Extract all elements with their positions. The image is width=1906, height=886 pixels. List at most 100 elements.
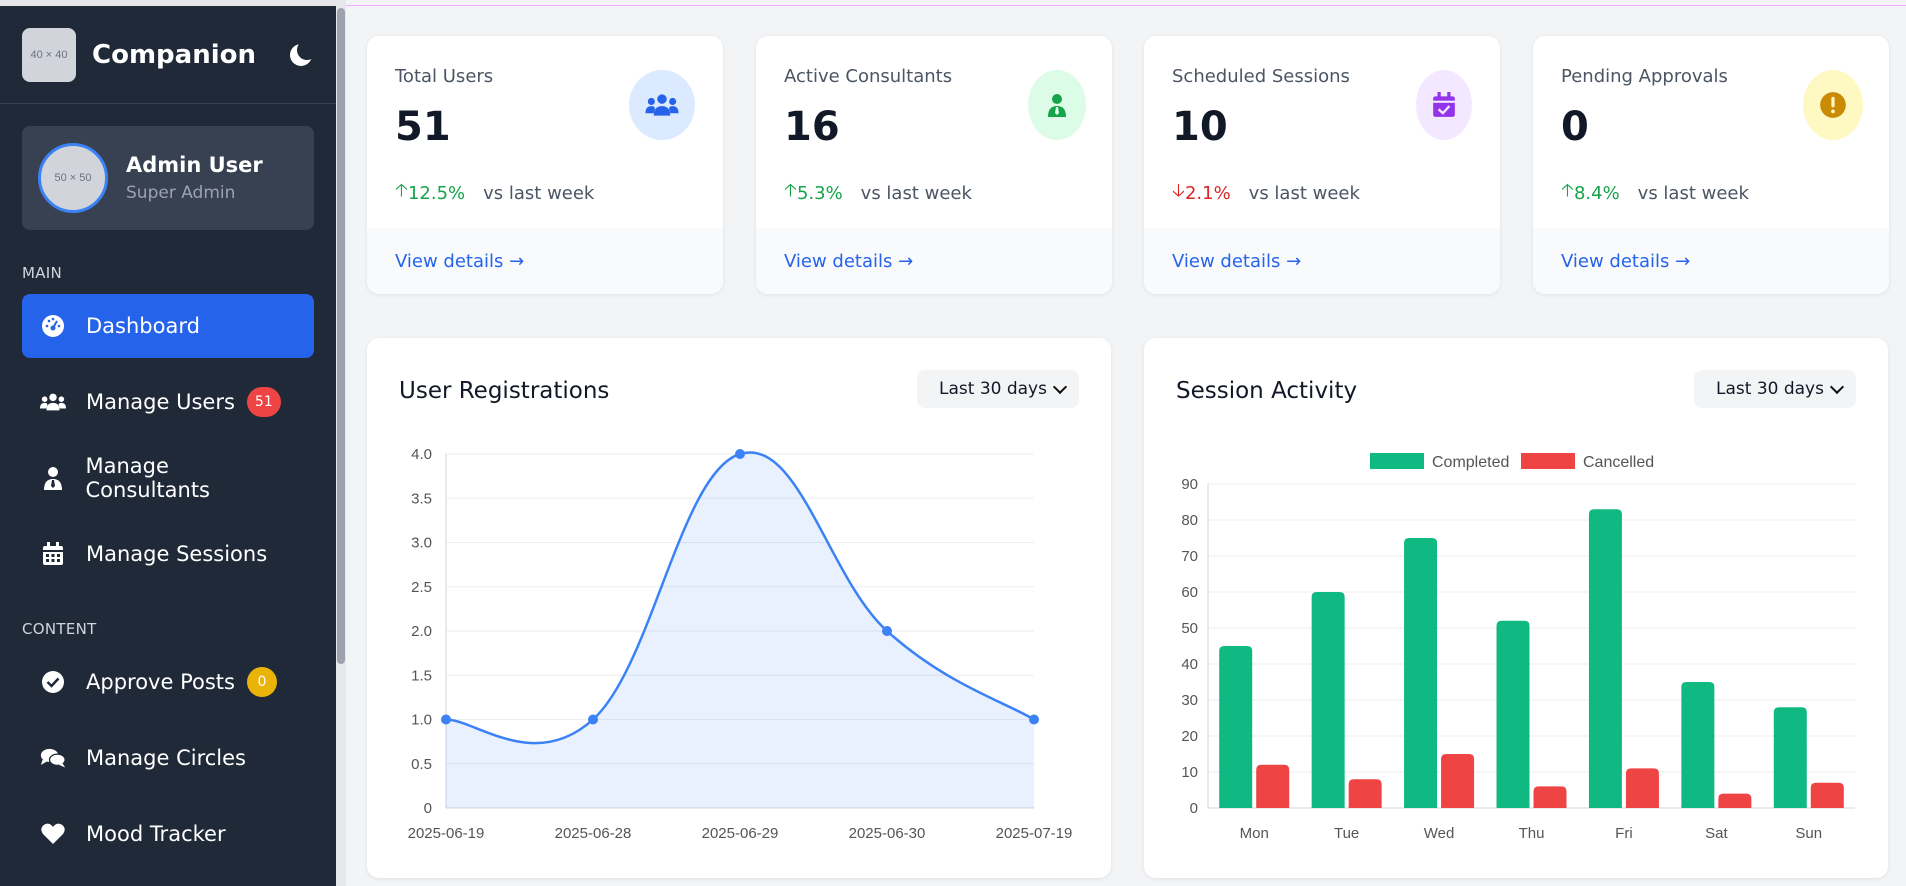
y-tick-label: 60 xyxy=(1181,584,1198,601)
area-fill xyxy=(446,452,1034,808)
x-tick-label: Sun xyxy=(1795,825,1822,842)
sidebar-scrollbar-thumb[interactable] xyxy=(337,8,345,664)
user-registrations-panel: User Registrations Last 30 days 0 0.5 1.0 1… xyxy=(367,338,1111,878)
change-label: vs last week xyxy=(483,182,595,204)
sidebar-item-label: Approve Posts xyxy=(86,670,235,694)
top-divider xyxy=(346,5,1906,6)
y-tick-label: 70 xyxy=(1181,548,1198,565)
consultant-icon xyxy=(1028,70,1086,140)
users-count-badge: 51 xyxy=(246,387,281,417)
view-details-link[interactable]: View details → xyxy=(1533,228,1889,294)
legend-swatch xyxy=(1521,453,1575,469)
bar-completed xyxy=(1219,646,1253,808)
stat-title: Active Consultants xyxy=(784,66,953,87)
data-point xyxy=(441,714,451,725)
arrow-up-icon: 🡡 xyxy=(395,180,408,201)
x-tick-label: 2025-06-28 xyxy=(555,825,632,842)
bar-cancelled xyxy=(1533,786,1567,808)
sidebar-item-manage-users[interactable]: Manage Users 51 xyxy=(22,370,314,434)
bar-cancelled xyxy=(1625,768,1659,808)
bar-completed xyxy=(1404,538,1438,808)
data-point xyxy=(882,626,892,636)
x-tick-label: 2025-07-19 xyxy=(996,825,1073,842)
y-tick-label: 20 xyxy=(1181,728,1198,745)
stat-change: 🡡 12.5% vs last week xyxy=(395,178,594,208)
calendar-icon xyxy=(40,541,66,567)
stat-title: Scheduled Sessions xyxy=(1172,66,1350,87)
view-details-link[interactable]: View details → xyxy=(367,228,723,294)
y-tick-label: 0 xyxy=(1190,800,1198,817)
legend-swatch xyxy=(1370,453,1424,469)
x-tick-label: Thu xyxy=(1519,825,1545,842)
dashboard-icon xyxy=(40,313,66,339)
y-tick-label: 2.5 xyxy=(411,579,432,596)
users-icon xyxy=(629,70,695,140)
change-label: vs last week xyxy=(1637,182,1749,204)
exclamation-icon xyxy=(1803,70,1863,140)
profile-role: Super Admin xyxy=(126,183,236,203)
x-tick-label: Tue xyxy=(1334,825,1359,842)
x-tick-label: 2025-06-30 xyxy=(849,825,926,842)
stat-change: 🡡 8.4% vs last week xyxy=(1561,178,1749,208)
bar-completed xyxy=(1588,509,1622,808)
stat-card-total-users: Total Users 51 🡡 12.5% vs last week View… xyxy=(367,36,723,294)
sidebar-item-label: Manage Consultants xyxy=(85,454,211,502)
arrow-up-icon: 🡡 xyxy=(784,180,797,201)
arrow-down-icon: 🡣 xyxy=(1172,180,1185,201)
dark-mode-toggle-icon[interactable] xyxy=(288,39,317,68)
sidebar-item-manage-sessions[interactable]: Manage Sessions xyxy=(22,522,314,586)
profile-name: Admin User xyxy=(126,153,263,177)
change-percent: 8.4% xyxy=(1573,182,1620,204)
y-tick-label: 4.0 xyxy=(411,446,432,463)
y-tick-label: 2.0 xyxy=(411,623,432,640)
bar-cancelled xyxy=(1348,779,1382,808)
change-percent: 5.3% xyxy=(796,182,843,204)
bar-cancelled xyxy=(1810,782,1844,808)
legend-label: Cancelled xyxy=(1583,454,1654,471)
change-percent: 12.5% xyxy=(407,182,466,204)
stat-value: 10 xyxy=(1172,104,1228,150)
sidebar-item-mood-tracker[interactable]: Mood Tracker xyxy=(22,802,314,866)
sidebar-item-label: Mood Tracker xyxy=(86,822,226,846)
section-label-content: CONTENT xyxy=(22,620,97,638)
profile-card[interactable]: 50 × 50 Admin User Super Admin xyxy=(22,126,314,230)
x-tick-label: Wed xyxy=(1424,825,1455,842)
stat-value: 51 xyxy=(395,104,451,150)
view-details-link[interactable]: View details → xyxy=(1144,228,1500,294)
y-tick-label: 10 xyxy=(1181,764,1198,781)
session-activity-panel: Session Activity Last 30 days 0 10 20 30 40 5… xyxy=(1144,338,1888,878)
stat-title: Pending Approvals xyxy=(1561,66,1728,87)
sidebar: 40 × 40 Companion 50 × 50 Admin User Sup… xyxy=(0,0,336,886)
sidebar-item-dashboard[interactable]: Dashboard xyxy=(22,294,314,358)
stat-value: 0 xyxy=(1561,104,1589,150)
y-tick-label: 50 xyxy=(1181,620,1198,637)
sidebar-item-manage-consultants[interactable]: Manage Consultants xyxy=(22,446,314,510)
sidebar-item-label: Dashboard xyxy=(86,314,200,338)
view-details-link[interactable]: View details → xyxy=(756,228,1112,294)
stat-card-scheduled-sessions: Scheduled Sessions 10 🡣 2.1% vs last wee… xyxy=(1144,36,1500,294)
bar-cancelled xyxy=(1441,754,1475,808)
change-label: vs last week xyxy=(860,182,972,204)
arrow-up-icon: 🡡 xyxy=(1561,180,1574,201)
brand-title: Companion xyxy=(92,39,256,70)
sidebar-item-manage-circles[interactable]: Manage Circles xyxy=(22,726,314,790)
y-tick-label: 0.5 xyxy=(411,756,432,773)
user-registrations-chart: 0 0.5 1.0 1.5 2.0 2.5 3.0 3.5 4.0 2025-06-19 2025-… xyxy=(408,446,1073,842)
change-label: vs last week xyxy=(1248,182,1360,204)
y-tick-label: 3.5 xyxy=(411,490,432,507)
bar-completed xyxy=(1681,682,1715,808)
stat-card-pending-approvals: Pending Approvals 0 🡡 8.4% vs last week … xyxy=(1533,36,1889,294)
sidebar-item-approve-posts[interactable]: Approve Posts 0 xyxy=(22,650,314,714)
x-tick-label: Sat xyxy=(1705,825,1728,842)
data-point xyxy=(1029,714,1039,725)
x-tick-label: 2025-06-29 xyxy=(702,825,779,842)
data-point xyxy=(588,714,598,725)
data-point xyxy=(735,449,745,459)
y-tick-label: 0 xyxy=(424,800,432,817)
stat-value: 16 xyxy=(784,104,840,150)
bar-completed xyxy=(1496,620,1530,808)
x-tick-label: Fri xyxy=(1615,825,1633,842)
stat-change: 🡡 5.3% vs last week xyxy=(784,178,972,208)
sidebar-item-label: Manage Sessions xyxy=(86,542,268,566)
y-tick-label: 1.5 xyxy=(411,667,432,684)
